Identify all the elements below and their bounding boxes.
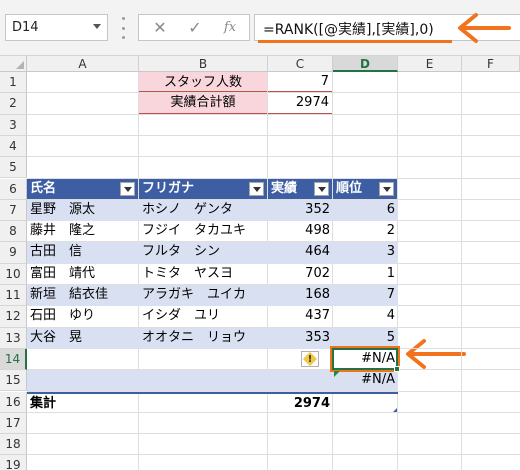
total-empty-cell xyxy=(139,391,268,412)
table-resize-handle-icon[interactable] xyxy=(393,407,397,412)
filter-dropdown-icon[interactable] xyxy=(249,181,264,196)
gridline-row xyxy=(27,454,520,456)
row-header-14[interactable]: 14 xyxy=(0,348,27,371)
table-cell[interactable]: ホシノ ゲンタ xyxy=(139,199,268,222)
table-cell[interactable]: アラガキ ユイカ xyxy=(139,285,268,307)
table-cell[interactable]: 4 xyxy=(333,306,398,327)
table-cell[interactable]: トミタ ヤスヨ xyxy=(139,264,268,285)
row-header-3[interactable]: 3 xyxy=(0,114,27,136)
row-header-8[interactable]: 8 xyxy=(0,221,27,243)
gridline-row xyxy=(27,156,520,158)
table-cell[interactable]: 富田 靖代 xyxy=(27,264,139,285)
row-header-2[interactable]: 2 xyxy=(0,93,27,115)
table-cell[interactable]: 2 xyxy=(333,221,398,242)
error-indicator-icon xyxy=(334,371,340,378)
table-cell[interactable]: イシダ ユリ xyxy=(139,306,268,327)
row-header-10[interactable]: 10 xyxy=(0,263,27,285)
gridline-column xyxy=(461,72,462,470)
table-cell[interactable]: 5 xyxy=(333,327,398,349)
column-header-e[interactable]: E xyxy=(398,56,462,72)
warning-diamond-icon[interactable]: ! xyxy=(301,350,319,367)
filter-dropdown-icon[interactable] xyxy=(379,181,394,196)
gridline-row xyxy=(27,134,520,136)
table-cell[interactable]: 星野 源太 xyxy=(27,199,139,222)
column-header-d[interactable]: D xyxy=(333,56,398,72)
summary-label: 実績合計額 xyxy=(139,93,267,114)
table-cell[interactable] xyxy=(27,370,139,392)
table-cell[interactable]: 437 xyxy=(268,306,333,327)
gridline-row xyxy=(27,411,520,413)
row-header-7[interactable]: 7 xyxy=(0,199,27,222)
row-header-15[interactable]: 15 xyxy=(0,370,27,392)
row-header-18[interactable]: 18 xyxy=(0,434,27,456)
row-header-13[interactable]: 13 xyxy=(0,327,27,349)
table-cell[interactable]: 古田 信 xyxy=(27,242,139,264)
summary-value: 7 xyxy=(268,72,332,93)
row-header-11[interactable]: 11 xyxy=(0,285,27,307)
summary-value: 2974 xyxy=(268,93,332,114)
total-value: 2974 xyxy=(268,391,333,412)
row-header-9[interactable]: 9 xyxy=(0,242,27,264)
filter-dropdown-icon[interactable] xyxy=(314,181,329,196)
table-cell[interactable]: フジイ タカユキ xyxy=(139,221,268,242)
row-header-16[interactable]: 16 xyxy=(0,391,27,413)
table-cell[interactable]: フルタ シン xyxy=(139,242,268,264)
column-header-b[interactable]: B xyxy=(139,56,268,72)
table-cell[interactable] xyxy=(27,349,139,370)
table-cell[interactable]: 353 xyxy=(268,327,333,349)
row-header-1[interactable]: 1 xyxy=(0,72,27,94)
row-header-5[interactable]: 5 xyxy=(0,157,27,179)
total-label: 集計 xyxy=(27,391,139,412)
fill-handle[interactable] xyxy=(394,366,400,373)
table-cell[interactable]: 498 xyxy=(268,221,333,242)
table-cell[interactable]: オオタニ リョウ xyxy=(139,327,268,349)
table-cell[interactable] xyxy=(139,349,268,370)
row-header-19[interactable]: 19 xyxy=(0,455,27,470)
active-cell-outline[interactable] xyxy=(332,347,398,371)
column-header-c[interactable]: C xyxy=(268,56,333,72)
column-header-f[interactable]: F xyxy=(462,56,520,72)
column-header-a[interactable]: A xyxy=(27,56,139,72)
table-cell[interactable]: 168 xyxy=(268,285,333,307)
gridline-row xyxy=(27,433,520,435)
table-cell[interactable]: 大谷 晃 xyxy=(27,327,139,349)
table-cell[interactable]: 7 xyxy=(333,285,398,307)
table-cell[interactable]: 702 xyxy=(268,264,333,285)
table-header-cell[interactable]: フリガナ xyxy=(139,178,267,199)
filter-dropdown-icon[interactable] xyxy=(120,181,135,196)
gridline-row xyxy=(27,113,520,115)
table-cell[interactable]: 352 xyxy=(268,199,333,222)
select-all-corner[interactable] xyxy=(0,56,27,72)
row-header-6[interactable]: 6 xyxy=(0,178,27,200)
warning-exclamation: ! xyxy=(307,353,313,365)
table-cell[interactable]: 1 xyxy=(333,264,398,285)
summary-label: スタッフ人数 xyxy=(139,72,267,93)
row-header-12[interactable]: 12 xyxy=(0,306,27,328)
table-cell[interactable]: 6 xyxy=(333,199,398,222)
row-header-17[interactable]: 17 xyxy=(0,412,27,435)
table-cell[interactable]: 464 xyxy=(268,242,333,264)
table-cell[interactable] xyxy=(268,370,333,392)
table-cell[interactable]: #N/A xyxy=(333,370,398,392)
table-cell[interactable]: 新垣 結衣佳 xyxy=(27,285,139,307)
row-header-4[interactable]: 4 xyxy=(0,135,27,158)
total-empty-cell xyxy=(333,391,398,412)
table-cell[interactable]: 石田 ゆり xyxy=(27,306,139,327)
table-cell[interactable]: 3 xyxy=(333,242,398,264)
table-cell[interactable]: 藤井 隆之 xyxy=(27,221,139,242)
table-cell[interactable] xyxy=(139,370,268,392)
